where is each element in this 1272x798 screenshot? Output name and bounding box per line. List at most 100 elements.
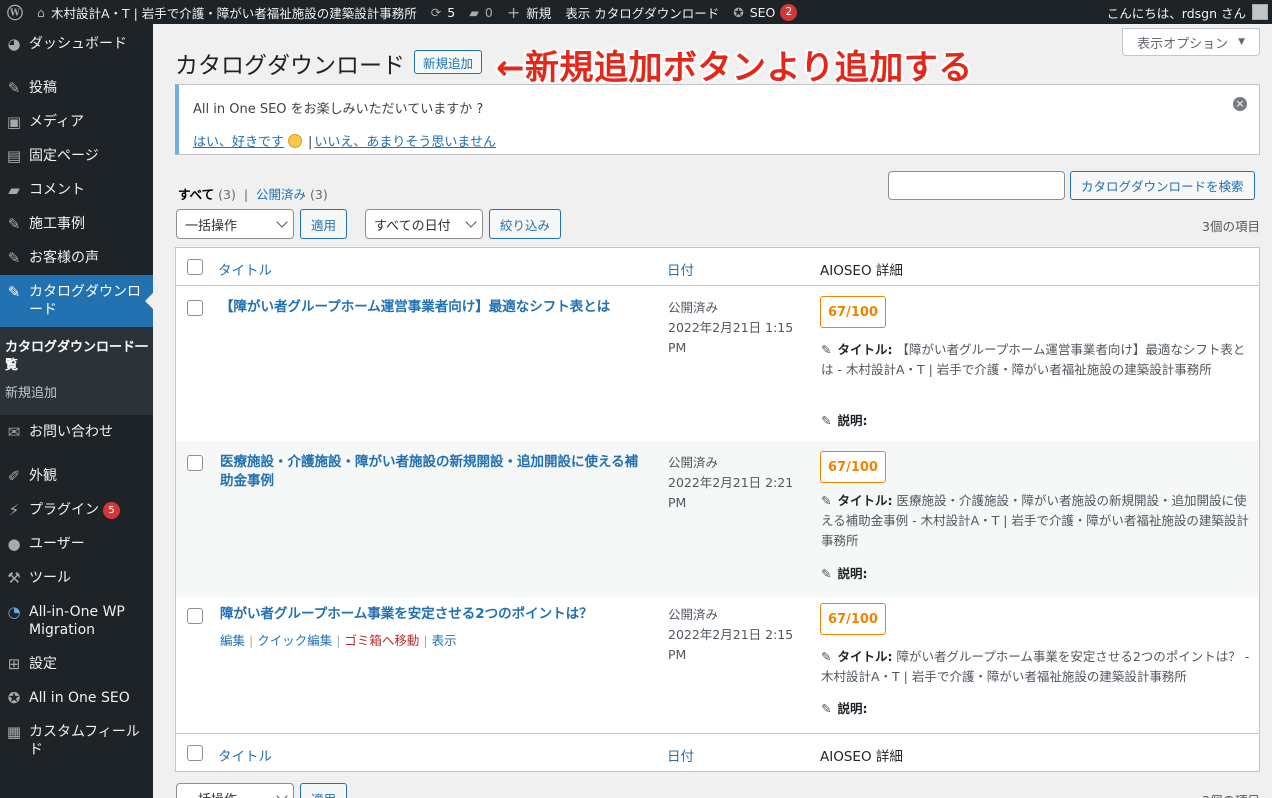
sidebar-item-users[interactable]: ● ユーザー bbox=[0, 527, 153, 561]
new-label: 新規 bbox=[526, 5, 552, 21]
select-all-checkbox-footer[interactable] bbox=[187, 745, 203, 761]
row-checkbox[interactable] bbox=[187, 300, 203, 316]
table-footer: タイトル 日付 AIOSEO 詳細 bbox=[176, 733, 1259, 771]
pencil-icon[interactable]: ✎ bbox=[821, 647, 831, 667]
view-label: 表示 カタログダウンロード bbox=[565, 5, 720, 21]
mail-icon: ✉ bbox=[7, 423, 21, 441]
seo-icon: ✪ bbox=[7, 689, 21, 707]
seo-description: ✎ 説明: bbox=[821, 566, 868, 581]
pin-icon: ✎ bbox=[7, 215, 21, 233]
main-content: 表示オプション ▼ カタログダウンロード 新規追加 ←新規追加ボタンより追加する… bbox=[153, 24, 1272, 798]
column-date[interactable]: 日付 bbox=[667, 259, 694, 279]
pencil-icon[interactable]: ✎ bbox=[821, 413, 831, 428]
column-aioseo: AIOSEO 詳細 bbox=[820, 263, 903, 279]
avatar bbox=[1252, 4, 1268, 20]
column-date-footer[interactable]: 日付 bbox=[667, 745, 694, 765]
view-link[interactable]: 表示 カタログダウンロード bbox=[558, 0, 726, 24]
seo-score-badge[interactable]: 67/100 bbox=[820, 603, 886, 635]
sidebar-item-contact[interactable]: ✉ お問い合わせ bbox=[0, 415, 153, 449]
annotation-text: ←新規追加ボタンより追加する bbox=[496, 48, 973, 88]
seo-description: ✎ 説明: bbox=[821, 701, 868, 716]
sidebar-item-works[interactable]: ✎ 施工事例 bbox=[0, 207, 153, 241]
seo-title: ✎ タイトル: 医療施設・介護施設・障がい者施設の新規開設・追加開設に使える補助金… bbox=[821, 491, 1249, 548]
seo-label: SEO bbox=[749, 4, 776, 20]
select-all-checkbox[interactable] bbox=[187, 259, 203, 275]
filter-published[interactable]: 公開済み bbox=[256, 187, 306, 202]
sidebar-item-custom-fields[interactable]: ▦ カスタムフィールド bbox=[0, 715, 153, 767]
submenu-add-new[interactable]: 新規追加 bbox=[0, 381, 153, 409]
my-account-link[interactable]: こんにちは、rdsgn さん bbox=[1100, 0, 1272, 24]
filter-button[interactable]: 絞り込み bbox=[489, 209, 562, 239]
posts-table: タイトル 日付 AIOSEO 詳細 【障がい者グループホーム運営事業者向け】最適… bbox=[175, 247, 1260, 772]
date-filter-select[interactable]: すべての日付 bbox=[365, 209, 483, 239]
submenu-catalog-list[interactable]: カタログダウンロード一覧 bbox=[0, 335, 153, 381]
pencil-icon[interactable]: ✎ bbox=[821, 491, 831, 511]
sidebar-item-plugins[interactable]: ⚡ プラグイン 5 bbox=[0, 493, 153, 527]
seo-score-badge[interactable]: 67/100 bbox=[820, 296, 886, 328]
sidebar-item-posts[interactable]: ✎ 投稿 bbox=[0, 71, 153, 105]
sidebar-item-dashboard[interactable]: ◕ ダッシュボード bbox=[0, 15, 153, 61]
edit-link[interactable]: 編集 bbox=[220, 633, 245, 648]
search-button[interactable]: カタログダウンロードを検索 bbox=[1070, 171, 1255, 200]
row-date: 公開済み 2022年2月21日 2:21 PM bbox=[668, 455, 794, 510]
row-checkbox[interactable] bbox=[187, 455, 203, 471]
quick-edit-link[interactable]: クイック編集 bbox=[257, 633, 332, 648]
column-title-footer[interactable]: タイトル bbox=[218, 745, 272, 765]
catalog-submenu: カタログダウンロード一覧 新規追加 bbox=[0, 327, 153, 415]
row-checkbox[interactable] bbox=[187, 608, 203, 624]
filter-all[interactable]: すべて bbox=[178, 187, 214, 202]
row-date: 公開済み 2022年2月21日 1:15 PM bbox=[668, 300, 794, 355]
admin-bar: W ⌂ 木村設計A・T | 岩手で介護・障がい者福祉施設の建築設計事務所 ⟳ 5… bbox=[0, 0, 1272, 24]
updates-link[interactable]: ⟳ 5 bbox=[424, 0, 462, 24]
chevron-down-icon bbox=[465, 216, 477, 228]
column-title[interactable]: タイトル bbox=[218, 259, 272, 279]
dismiss-icon[interactable]: × bbox=[1233, 97, 1247, 111]
items-count: 3個の項目 bbox=[1202, 219, 1260, 234]
seo-score-badge[interactable]: 67/100 bbox=[820, 451, 886, 483]
pencil-icon[interactable]: ✎ bbox=[821, 701, 831, 716]
updates-count: 5 bbox=[447, 4, 456, 20]
bulk-action-select-bottom[interactable]: 一括操作 bbox=[176, 783, 294, 798]
new-content-link[interactable]: + 新規 bbox=[500, 0, 558, 24]
notice-no-link[interactable]: いいえ、あまりそう思いません bbox=[314, 135, 496, 150]
sidebar-item-catalog-download[interactable]: ✎ カタログダウンロード bbox=[0, 275, 153, 327]
row-title-link[interactable]: 障がい者グループホーム事業を安定させる2つのポイントは？ bbox=[220, 605, 650, 624]
media-icon: ▣ bbox=[6, 113, 22, 131]
sidebar-item-voices[interactable]: ✎ お客様の声 bbox=[0, 241, 153, 275]
trash-link[interactable]: ゴミ箱へ移動 bbox=[344, 633, 419, 648]
row-date: 公開済み 2022年2月21日 2:15 PM bbox=[668, 607, 794, 662]
seo-badge: 2 bbox=[780, 3, 798, 21]
user-icon: ● bbox=[7, 535, 21, 553]
dashboard-icon: ◕ bbox=[7, 35, 21, 53]
apply-button[interactable]: 適用 bbox=[300, 209, 348, 239]
screen-options-button[interactable]: 表示オプション ▼ bbox=[1122, 28, 1260, 56]
sidebar-item-appearance[interactable]: ✐ 外観 bbox=[0, 459, 153, 493]
row-title-link[interactable]: 【障がい者グループホーム運営事業者向け】最適なシフト表とは bbox=[220, 298, 650, 317]
page-title: カタログダウンロード bbox=[175, 53, 405, 79]
bulk-action-select[interactable]: 一括操作 bbox=[176, 209, 294, 239]
caret-down-icon: ▼ bbox=[1238, 37, 1245, 47]
comments-link[interactable]: ▰ 0 bbox=[462, 0, 500, 24]
row-title-link[interactable]: 医療施設・介護施設・障がい者施設の新規開設・追加開設に使える補助金事例 bbox=[220, 453, 650, 491]
seo-icon: ✪ bbox=[733, 4, 744, 20]
sidebar-item-settings[interactable]: ⊞ 設定 bbox=[0, 647, 153, 681]
pencil-icon[interactable]: ✎ bbox=[821, 566, 831, 581]
search-input[interactable] bbox=[888, 171, 1065, 200]
sidebar-item-tools[interactable]: ⚒ ツール bbox=[0, 561, 153, 595]
sidebar-item-aioseo[interactable]: ✪ All in One SEO bbox=[0, 681, 153, 715]
greeting: こんにちは、rdsgn さん bbox=[1106, 5, 1246, 21]
chevron-down-icon bbox=[276, 216, 288, 228]
view-link[interactable]: 表示 bbox=[432, 633, 457, 648]
add-new-button[interactable]: 新規追加 bbox=[414, 50, 483, 74]
sidebar-item-comments[interactable]: ▰ コメント bbox=[0, 173, 153, 207]
sidebar-item-media[interactable]: ▣ メディア bbox=[0, 105, 153, 139]
seo-menu[interactable]: ✪ SEO 2 bbox=[726, 0, 804, 24]
pencil-icon[interactable]: ✎ bbox=[821, 340, 831, 360]
notice-yes-link[interactable]: はい、好きです bbox=[193, 134, 306, 150]
apply-button-bottom[interactable]: 適用 bbox=[300, 783, 348, 798]
chevron-down-icon bbox=[276, 790, 288, 798]
plugins-update-badge: 5 bbox=[103, 502, 120, 519]
sidebar-item-pages[interactable]: ▤ 固定ページ bbox=[0, 139, 153, 173]
sidebar-item-migration[interactable]: ◔ All-in-One WP Migration bbox=[0, 595, 153, 647]
aioseo-notice: All in One SEO をお楽しみいただいていますか ? はい、好きです |… bbox=[175, 84, 1260, 155]
